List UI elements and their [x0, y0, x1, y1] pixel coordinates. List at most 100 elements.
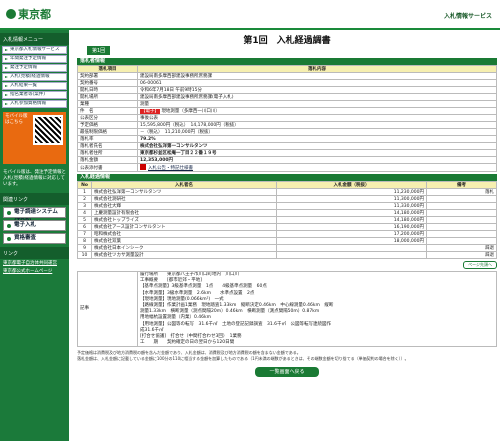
winner-row-key: 開札日時 — [77, 86, 138, 94]
winner-row: 件 名【電子】 現地測量（多摩西一川口川） — [77, 107, 497, 115]
bid-cell-no: 6 — [77, 223, 92, 231]
winner-value-text: 15,595,800円（税込） 14,178,000円（税抜） — [140, 123, 239, 128]
bid-cell-name: 株式会社大輝 — [91, 202, 277, 210]
bid-row: 6 株式会社アース設計コンサルタント 16,190,000円 — [77, 223, 497, 231]
bid-row: 9 株式会社日本インシーク 辞退 — [77, 244, 497, 252]
winner-value-text: 建設局南多摩西部建設事務所庶務課 — [140, 74, 212, 79]
winner-row-value: 06-00061 — [137, 79, 497, 87]
bid-cell-amt: 18,000,000円 — [276, 237, 427, 245]
winner-row: 開札場所 建設局南多摩西部建設事務所庶務課(電子入札) — [77, 93, 497, 101]
bid-cell-note: 辞退 — [426, 251, 497, 259]
sidebar-link-progress[interactable]: 入札(見積)経過情報 — [2, 73, 67, 81]
bid-cell-note — [426, 195, 497, 203]
bid-table: No 入札者名 入札金額（税抜） 備考 1 株式会社弘洋第一コンサルタンツ 11,2… — [77, 181, 497, 259]
bid-cell-no: 9 — [77, 244, 92, 252]
winner-row-value: 建設局南多摩西部建設事務所庶務課(電子入札) — [137, 93, 497, 101]
bid-cell-name: 上慶測量設計有限会社 — [91, 209, 277, 217]
winner-row-value: 令和6年7月18日 午前9時15分 — [137, 86, 497, 94]
bid-cell-no: 2 — [77, 195, 92, 203]
winner-row-value: 建設局南多摩西部建設事務所庶務課 — [137, 72, 497, 80]
attachment-link[interactable]: 入札公告・特記仕様書 — [148, 166, 193, 171]
winner-row-value: 12,353,000円 — [137, 156, 497, 164]
bid-cell-name: 株式会社アース設計コンサルタント — [91, 223, 277, 231]
bid-row: 3 株式会社大輝 11,330,000円 — [77, 202, 497, 210]
winner-row: 落札者住所 東京都杉並区松庵一丁目２２番１９号 — [77, 149, 497, 157]
winner-row: 公表添付書 入札公告・特記仕様書 — [77, 163, 497, 172]
bid-cell-no: 7 — [77, 230, 92, 238]
sidebar-button-ebid[interactable]: 電子入札 — [3, 220, 66, 231]
bid-cell-no: 8 — [77, 237, 92, 245]
page-top-button[interactable]: ページ先頭へ — [463, 261, 497, 269]
sidebar-link-top[interactable]: 東京都入札情報サービス — [2, 46, 67, 54]
bid-cell-note — [426, 237, 497, 245]
winner-row-key: 公表添付書 — [77, 163, 138, 172]
bid-cell-amt: 11,230,000円 — [276, 188, 427, 196]
winner-value-text: 株式会社弘洋第一コンサルタンツ — [140, 144, 208, 149]
winner-row: 落札率 79.2% — [77, 135, 497, 143]
bid-cell-name: 株式会社ツカサ測量設計 — [91, 251, 277, 259]
sidebar-link-joint[interactable]: 東京都電子自治体共同運営 — [0, 259, 69, 267]
bid-col-name: 入札者名 — [91, 181, 277, 189]
winner-row-value: 入札公告・特記仕様書 — [137, 163, 497, 172]
winner-value-text: 建設局南多摩西部建設事務所庶務課(電子入札) — [140, 95, 234, 100]
winner-head-val: 落札内容 — [137, 65, 497, 73]
bid-cell-name: 株式会社トップライズ — [91, 216, 277, 224]
winner-value-text: 12,353,000円 — [140, 158, 173, 163]
bid-cell-name: 株式会社弘洋第一コンサルタンツ — [91, 188, 277, 196]
bid-cell-note — [426, 216, 497, 224]
memo-body: 履行場所 東京都八王子市川口町地内 川口川 工事概要 [都市近郊・平地] 【基準点測… — [137, 270, 497, 348]
bid-cell-amt: 17,200,000円 — [276, 230, 427, 238]
bid-cell-name: 株式会社測研社 — [91, 195, 277, 203]
winner-row-key: 落札者住所 — [77, 149, 138, 157]
winner-head-key: 落札項目 — [77, 65, 138, 73]
winner-row-key: 件 名 — [77, 107, 138, 115]
winner-value-text: 測量 — [140, 102, 149, 107]
winner-row: 最低制限価格 －（税込） 11,210,000円（税抜） — [77, 128, 497, 136]
sidebar-link-official[interactable]: 東京都公式ホームページ — [0, 267, 69, 275]
winner-row-key: 落札金額 — [77, 156, 138, 164]
bid-cell-amt: 11,300,000円 — [276, 195, 427, 203]
back-to-list-button[interactable]: 一覧画面へ戻る — [255, 367, 319, 378]
sidebar-section-menu: 入札情報メニュー — [0, 33, 69, 45]
sidebar-link-plan[interactable]: 発注予定情報 — [2, 64, 67, 72]
tokyo-logo[interactable]: 東京都 — [6, 6, 51, 22]
memo-line: 工 期 契約確定の日の翌日から120日間 — [140, 340, 235, 346]
sidebar-button-eprocurement[interactable]: 電子調達システム(TOP) — [3, 207, 66, 224]
bid-cell-note — [426, 202, 497, 210]
bid-row: 2 株式会社測研社 11,300,000円 — [77, 195, 497, 203]
mobile-note: モバイル版は、発注予定情報と入札(見積)経過情報に対応しています。 — [3, 170, 66, 187]
qr-code-icon — [33, 115, 63, 145]
bid-col-note: 備考 — [426, 181, 497, 189]
tokyo-emblem-icon — [6, 9, 16, 19]
bid-cell-amt: 14,180,000円 — [276, 216, 427, 224]
winner-row-key: 落札者氏名 — [77, 142, 138, 150]
bid-cell-name: 株式会社双葉 — [91, 237, 277, 245]
mobile-banner[interactable]: モバイル版はこちら — [3, 112, 66, 164]
sidebar-link-results[interactable]: 入札結果一覧 — [2, 82, 67, 90]
bid-section-header: 入札経過情報 — [77, 174, 497, 181]
bid-cell-amt — [276, 244, 427, 252]
winner-row-key: 落札率 — [77, 135, 138, 143]
site-header: 東京都 入札情報サービス — [0, 0, 500, 30]
winner-row: 業種 測量 — [77, 100, 497, 108]
sidebar-section-links: リンク — [0, 247, 69, 259]
pdf-icon — [140, 164, 146, 170]
winner-row-value: －（税込） 11,210,000円（税抜） — [137, 128, 497, 136]
bid-cell-amt — [276, 251, 427, 259]
system-name: 入札情報サービス — [443, 13, 492, 20]
winner-value-text: 79.2% — [140, 136, 156, 142]
winner-row-key: 業種 — [77, 100, 138, 108]
winner-row-key: 開札場所 — [77, 93, 138, 101]
winner-row: 予定価格 15,595,800円（税込） 14,178,000円（税抜） — [77, 121, 497, 129]
sidebar-section-related: 関連リンク — [0, 193, 69, 205]
sidebar-button-qualification[interactable]: 資格審査 — [3, 233, 66, 244]
main-content: 第1回 入札経過調書 第1回 落札者情報 落札項目 落札内容 契約部署 建設局南多摩… — [77, 30, 497, 441]
winner-row: 契約部署 建設局南多摩西部建設事務所庶務課 — [77, 72, 497, 80]
sidebar-link-qualification[interactable]: 入札参加資格情報 — [2, 100, 67, 108]
bid-cell-note — [426, 230, 497, 238]
sidebar-link-annual[interactable]: 年間発注予定情報 — [2, 55, 67, 63]
bid-cell-note — [426, 223, 497, 231]
sidebar-link-nominee[interactable]: 指名業者等(案件) — [2, 91, 67, 99]
winner-value-text: 東京都杉並区松庵一丁目２２番１９号 — [140, 151, 217, 156]
winner-table: 落札項目 落札内容 契約部署 建設局南多摩西部建設事務所庶務課 契約番号 06-0006… — [77, 65, 497, 172]
